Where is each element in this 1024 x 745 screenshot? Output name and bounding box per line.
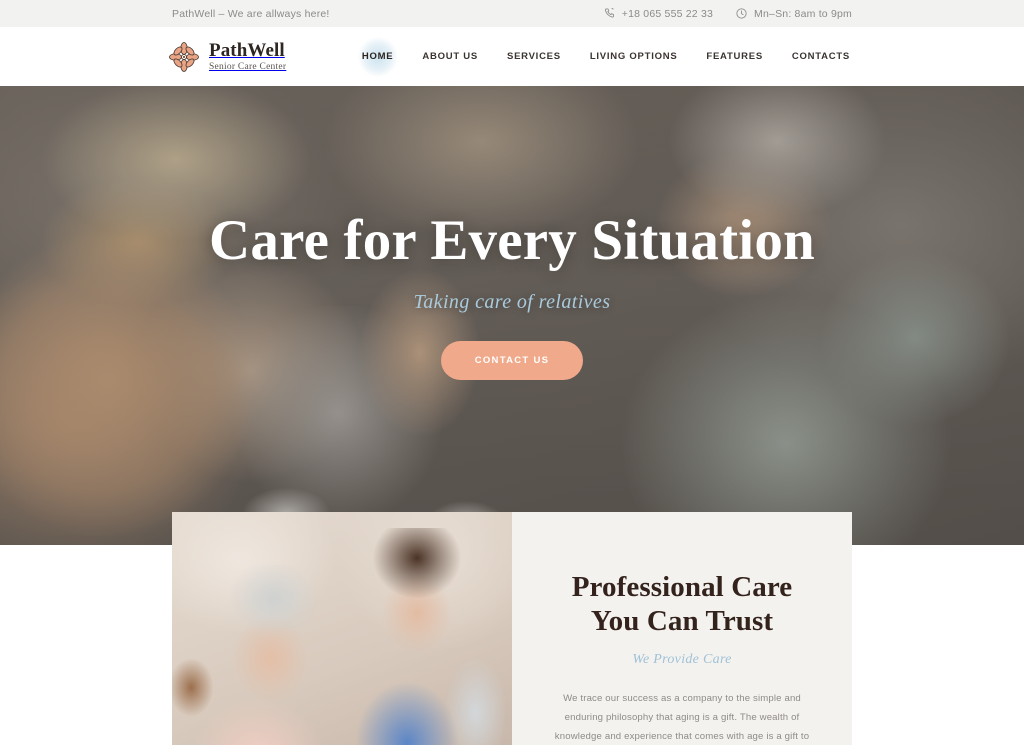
phone-contact[interactable]: +18 065 555 22 33 [603,7,713,20]
top-bar: PathWell – We are allways here! +18 065 … [0,0,1024,27]
nav-item-features[interactable]: FEATURES [704,45,765,68]
about-section: Professional Care You Can Trust We Provi… [0,512,1024,745]
top-bar-tagline: PathWell – We are allways here! [172,7,330,20]
hero-title: Care for Every Situation [209,209,815,272]
phone-number: +18 065 555 22 33 [621,7,714,20]
nav-item-about-us[interactable]: ABOUT US [420,45,480,68]
about-card: Professional Care You Can Trust We Provi… [172,512,852,745]
flower-logo-icon [168,41,200,73]
top-bar-contact-group: +18 065 555 22 33 Mn–Sn: 8am to 9pm [603,7,852,20]
site-header: PathWell Senior Care Center HOME ABOUT U… [0,27,1024,86]
about-title: Professional Care You Can Trust [571,571,793,638]
about-photo [172,512,512,745]
opening-hours: Mn–Sn: 8am to 9pm [735,7,852,20]
about-text-panel: Professional Care You Can Trust We Provi… [512,512,852,745]
hero-content: Care for Every Situation Taking care of … [0,86,1024,545]
about-subtitle: We Provide Care [632,652,732,668]
nav-item-living-options[interactable]: LIVING OPTIONS [588,45,680,68]
main-navigation: HOME ABOUT US SERVICES LIVING OPTIONS FE… [360,45,852,68]
brand-tagline: Senior Care Center [209,61,287,72]
brand-logo[interactable]: PathWell Senior Care Center [168,41,286,73]
hours-text: Mn–Sn: 8am to 9pm [754,7,852,20]
hero-subtitle: Taking care of relatives [413,290,611,313]
clock-icon [735,7,748,20]
hero-section: Care for Every Situation Taking care of … [0,86,1024,545]
nav-item-home[interactable]: HOME [360,45,396,68]
nav-item-services[interactable]: SERVICES [505,45,563,68]
hero-contact-us-button[interactable]: CONTACT US [440,340,584,380]
about-body-text: We trace our success as a company to the… [554,693,810,742]
phone-icon [603,7,616,20]
nav-item-contacts[interactable]: CONTACTS [790,45,852,68]
brand-name: PathWell [209,39,285,61]
